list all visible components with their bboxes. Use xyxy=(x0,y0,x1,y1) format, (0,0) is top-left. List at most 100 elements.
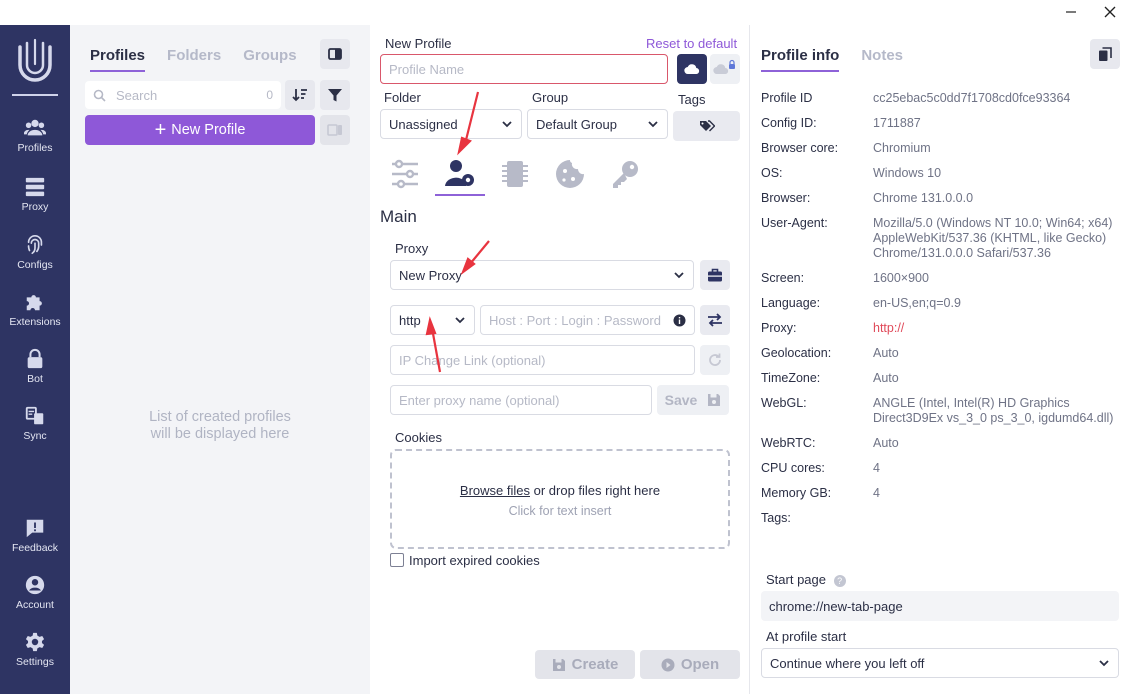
profiles-tabs: Profiles Folders Groups xyxy=(90,45,319,72)
tab-groups[interactable]: Groups xyxy=(243,45,296,72)
info-value: Chromium xyxy=(873,141,931,155)
key-icon xyxy=(613,161,638,188)
local-storage-button[interactable] xyxy=(710,54,740,84)
info-value: ANGLE (Intel, Intel(R) HD Graphics Direc… xyxy=(873,396,1114,425)
ip-change-link-field[interactable]: IP Change Link (optional) xyxy=(390,345,695,375)
save-proxy-button[interactable]: Save xyxy=(657,385,729,415)
tab-general-settings[interactable] xyxy=(380,152,430,196)
open-button[interactable]: Open xyxy=(640,650,740,679)
tags-button[interactable] xyxy=(673,111,740,141)
tab-notes[interactable]: Notes xyxy=(861,45,903,72)
nav-item-extensions[interactable]: Extensions xyxy=(0,291,70,341)
proxy-manager-button[interactable] xyxy=(700,260,730,290)
info-value: 4 xyxy=(873,486,880,500)
proxy-value: New Proxy xyxy=(399,267,462,283)
proxy-protocol-select[interactable]: http xyxy=(390,305,475,335)
start-page-field[interactable]: chrome://new-tab-page xyxy=(761,591,1119,621)
save-icon xyxy=(708,394,721,406)
info-key: Geolocation: xyxy=(761,346,832,360)
info-key: WebRTC: xyxy=(761,436,816,450)
info-key: Proxy: xyxy=(761,321,797,335)
info-value: Auto xyxy=(873,436,899,450)
toggle-panel-button[interactable] xyxy=(320,39,350,69)
import-expired-checkbox[interactable] xyxy=(390,553,404,567)
start-page-value: chrome://new-tab-page xyxy=(769,598,903,614)
quick-profile-button[interactable] xyxy=(320,115,350,145)
text-insert-hint: Click for text insert xyxy=(508,504,612,518)
nav-item-profiles[interactable]: Profiles xyxy=(0,117,70,167)
nav-label: Bot xyxy=(27,373,43,385)
group-value: Default Group xyxy=(536,116,617,132)
profiles-panel: Profiles Folders Groups Search 0 + New P… xyxy=(70,25,370,694)
save-icon xyxy=(552,658,565,671)
tab-profiles[interactable]: Profiles xyxy=(90,45,146,72)
profile-name-field[interactable]: Profile Name xyxy=(380,54,668,84)
swap-icon xyxy=(708,313,722,327)
browse-files-link[interactable]: Browse files xyxy=(460,483,530,498)
nav-item-account[interactable]: Account xyxy=(0,574,70,624)
tab-hardware[interactable] xyxy=(490,152,540,196)
tab-passwords[interactable] xyxy=(600,152,650,196)
filter-button[interactable] xyxy=(320,80,350,110)
info-key: Browser core: xyxy=(761,141,839,155)
feedback-icon xyxy=(26,519,44,538)
nav-item-feedback[interactable]: Feedback xyxy=(0,517,70,567)
info-key: OS: xyxy=(761,166,783,180)
info-value: Auto xyxy=(873,371,899,385)
nav-item-configs[interactable]: Configs xyxy=(0,234,70,284)
quick-profile-icon xyxy=(327,124,342,136)
copy-info-button[interactable] xyxy=(1090,39,1120,69)
server-icon xyxy=(25,177,45,197)
tab-profile-info[interactable]: Profile info xyxy=(761,45,840,72)
host-placeholder: Host : Port : Login : Password xyxy=(489,312,661,328)
nav-item-proxy[interactable]: Proxy xyxy=(0,176,70,226)
sort-button[interactable] xyxy=(285,80,315,110)
nav-label: Sync xyxy=(23,430,47,442)
at-profile-start-label: At profile start xyxy=(766,629,847,644)
nav-item-settings[interactable]: Settings xyxy=(0,631,70,681)
puzzle-icon xyxy=(26,295,42,311)
proxy-host-field[interactable]: Host : Port : Login : Password xyxy=(480,305,695,335)
info-icon[interactable] xyxy=(673,314,686,327)
proxy-select[interactable]: New Proxy xyxy=(390,260,694,290)
at-profile-start-select[interactable]: Continue where you left off xyxy=(761,648,1119,678)
info-key: Screen: xyxy=(761,271,805,285)
chevron-down-icon xyxy=(648,121,658,128)
folder-value: Unassigned xyxy=(389,116,458,132)
nav-item-bot[interactable]: Bot xyxy=(0,348,70,398)
chevron-down-icon xyxy=(502,121,512,128)
drop-files-text: or drop files right here xyxy=(530,483,661,498)
help-icon[interactable]: ? xyxy=(833,575,846,587)
empty-line-1: List of created profiles xyxy=(149,409,291,425)
swap-button[interactable] xyxy=(700,305,730,335)
tab-main[interactable] xyxy=(435,152,485,196)
nav-label: Settings xyxy=(16,656,54,668)
fingerprint-icon xyxy=(27,235,43,255)
cloud-button[interactable] xyxy=(677,54,707,84)
profile-count: 0 xyxy=(266,88,273,102)
search-box[interactable]: Search 0 xyxy=(85,81,281,109)
tab-folders[interactable]: Folders xyxy=(167,45,221,72)
proxy-name-field[interactable]: Enter proxy name (optional) xyxy=(390,385,652,415)
folder-select[interactable]: Unassigned xyxy=(380,109,522,139)
refresh-ip-button[interactable] xyxy=(700,345,730,375)
play-icon xyxy=(661,658,675,671)
at-profile-start-value: Continue where you left off xyxy=(770,655,925,671)
minimize-icon[interactable] xyxy=(1060,2,1082,22)
new-profile-label: New Profile xyxy=(171,122,246,138)
new-profile-button[interactable]: + New Profile xyxy=(85,115,315,145)
search-input[interactable]: Search xyxy=(116,88,266,103)
cookies-dropzone[interactable]: Browse files or drop files right here Cl… xyxy=(390,449,730,549)
create-button[interactable]: Create xyxy=(535,650,635,679)
search-icon xyxy=(93,89,106,102)
profile-name-placeholder: Profile Name xyxy=(389,61,465,77)
reset-to-default-link[interactable]: Reset to default xyxy=(646,36,737,51)
close-icon[interactable] xyxy=(1099,2,1121,22)
user-gear-icon xyxy=(445,160,474,186)
group-select[interactable]: Default Group xyxy=(527,109,668,139)
users-icon xyxy=(24,119,46,136)
info-key: User-Agent: xyxy=(761,216,828,230)
tab-cookies[interactable] xyxy=(545,152,595,196)
nav-item-sync[interactable]: Sync xyxy=(0,405,70,455)
save-label: Save xyxy=(664,392,698,408)
